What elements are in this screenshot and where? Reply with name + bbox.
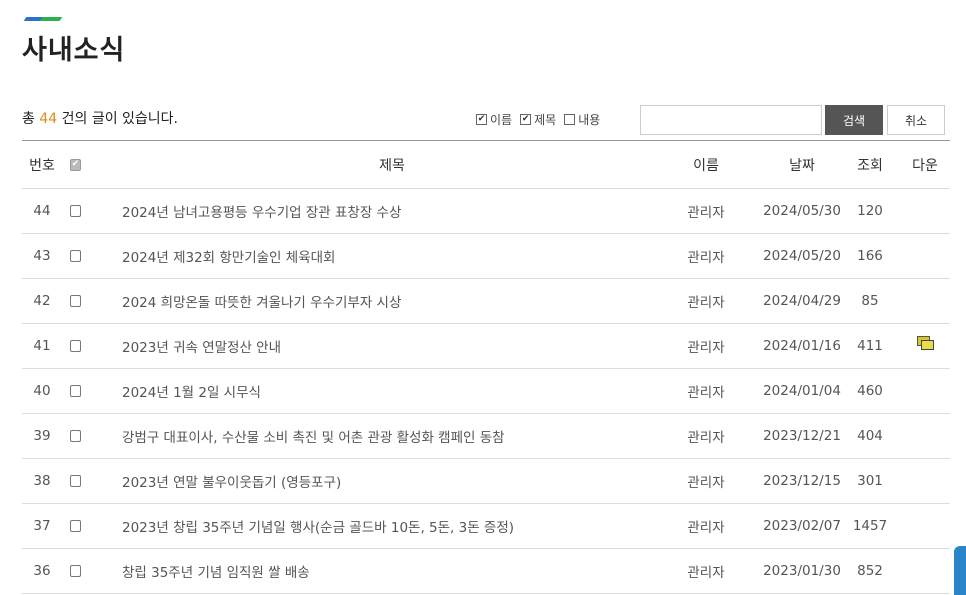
post-number: 41: [33, 338, 51, 354]
table-row[interactable]: 37 2023년 창립 35주년 기념일 행사(순금 골드바 10돈, 5돈, 3…: [22, 504, 950, 549]
post-date: 2023/12/21: [763, 428, 841, 444]
post-views: 404: [857, 428, 883, 444]
post-views: 852: [857, 563, 883, 579]
row-checkbox[interactable]: [70, 205, 81, 217]
post-author: 관리자: [687, 295, 725, 311]
table-row[interactable]: 38 2023년 연말 불우이웃돕기 (영등포구) 관리자 2023/12/15 301: [22, 459, 950, 504]
table-row[interactable]: 39 강범구 대표이사, 수산물 소비 촉진 및 어촌 관광 활성화 캠페인 동참…: [22, 414, 950, 459]
post-number: 36: [33, 563, 51, 579]
post-author: 관리자: [687, 475, 725, 491]
post-title-link[interactable]: 2024년 제32회 항만기술인 체육대회: [122, 234, 662, 278]
checkbox-icon[interactable]: ✔: [520, 114, 532, 125]
post-title-link[interactable]: 2023년 귀속 연말정산 안내: [122, 324, 662, 368]
download-cell: [900, 189, 950, 233]
checkbox-icon[interactable]: ✔: [476, 114, 487, 125]
post-author: 관리자: [687, 430, 725, 446]
search-options: ✔ 이름 ✔ 제목 내용: [476, 111, 608, 128]
post-author: 관리자: [687, 565, 725, 581]
post-author: 관리자: [687, 520, 725, 536]
post-views: 85: [861, 293, 879, 309]
post-author: 관리자: [687, 205, 725, 221]
row-checkbox[interactable]: [70, 475, 81, 487]
post-views: 120: [857, 203, 883, 219]
table-row[interactable]: 43 2024년 제32회 항만기술인 체육대회 관리자 2024/05/20 166: [22, 234, 950, 279]
search-option-name[interactable]: ✔ 이름: [476, 111, 512, 128]
post-date: 2024/01/16: [763, 338, 841, 354]
post-author: 관리자: [687, 250, 725, 266]
post-title-link[interactable]: 2023년 창립 35주년 기념일 행사(순금 골드바 10돈, 5돈, 3돈 …: [122, 504, 662, 548]
post-title-link[interactable]: 2024년 1월 2일 시무식: [122, 369, 662, 413]
title-accent-bar: [23, 17, 63, 21]
post-number: 44: [33, 203, 51, 219]
row-checkbox[interactable]: [70, 430, 81, 442]
post-views: 411: [857, 338, 883, 354]
post-table: 번호 ✔ 제목 이름 날짜 조회 다운 44 2024년 남녀고용평등 우수기업 …: [22, 140, 950, 594]
post-date: 2024/05/20: [763, 248, 841, 264]
table-row[interactable]: 44 2024년 남녀고용평등 우수기업 장관 표창장 수상 관리자 2024/05/…: [22, 189, 950, 234]
download-cell: [900, 504, 950, 548]
row-checkbox[interactable]: [70, 385, 81, 397]
download-cell: [900, 414, 950, 458]
post-date: 2024/01/04: [763, 383, 841, 399]
table-header: 번호 ✔ 제목 이름 날짜 조회 다운: [22, 140, 950, 189]
header-download: 다운: [912, 157, 938, 174]
header-number: 번호: [29, 157, 55, 174]
post-title-link[interactable]: 2024 희망온돌 따뜻한 겨울나기 우수기부자 시상: [122, 279, 662, 323]
row-checkbox[interactable]: [70, 295, 81, 307]
table-row[interactable]: 42 2024 희망온돌 따뜻한 겨울나기 우수기부자 시상 관리자 2024/04/…: [22, 279, 950, 324]
post-views: 166: [857, 248, 883, 264]
search-button[interactable]: 검색: [825, 105, 883, 135]
row-checkbox[interactable]: [70, 565, 81, 577]
post-title-link[interactable]: 2023년 연말 불우이웃돕기 (영등포구): [122, 459, 662, 503]
table-row[interactable]: 41 2023년 귀속 연말정산 안내 관리자 2024/01/16 411: [22, 324, 950, 369]
download-cell: [900, 369, 950, 413]
post-views: 460: [857, 383, 883, 399]
post-date: 2023/02/07: [763, 518, 841, 534]
post-number: 38: [33, 473, 51, 489]
file-attachment-icon[interactable]: [916, 335, 934, 351]
header-views: 조회: [857, 157, 883, 174]
post-author: 관리자: [687, 340, 725, 356]
post-date: 2024/05/30: [763, 203, 841, 219]
page-title: 사내소식: [22, 35, 126, 66]
row-checkbox[interactable]: [70, 250, 81, 262]
download-cell: [900, 234, 950, 278]
header-date: 날짜: [789, 157, 815, 174]
cancel-button[interactable]: 취소: [887, 105, 945, 135]
post-count: 44: [39, 111, 58, 127]
header-title: 제목: [379, 157, 405, 174]
post-views: 301: [857, 473, 883, 489]
post-number: 42: [33, 293, 51, 309]
post-number: 39: [33, 428, 51, 444]
post-title-link[interactable]: 강범구 대표이사, 수산물 소비 촉진 및 어촌 관광 활성화 캠페인 동참: [122, 414, 662, 458]
download-cell: [900, 459, 950, 503]
post-number: 40: [33, 383, 51, 399]
post-number: 37: [33, 518, 51, 534]
post-number: 43: [33, 248, 51, 264]
post-date: 2024/04/29: [763, 293, 841, 309]
row-checkbox[interactable]: [70, 340, 81, 352]
post-count-summary: 총 44 건의 글이 있습니다.: [22, 111, 179, 127]
post-date: 2023/01/30: [763, 563, 841, 579]
search-option-content[interactable]: 내용: [564, 111, 600, 128]
post-title-link[interactable]: 2024년 남녀고용평등 우수기업 장관 표창장 수상: [122, 189, 662, 233]
post-author: 관리자: [687, 385, 725, 401]
post-title-link[interactable]: 창립 35주년 기념 임직원 쌀 배송: [122, 549, 662, 593]
post-date: 2023/12/15: [763, 473, 841, 489]
header-name: 이름: [693, 157, 719, 174]
download-cell: [900, 324, 950, 368]
side-floating-tab[interactable]: [954, 546, 966, 595]
post-views: 1457: [852, 518, 888, 534]
table-row[interactable]: 40 2024년 1월 2일 시무식 관리자 2024/01/04 460: [22, 369, 950, 414]
search-input[interactable]: [640, 105, 822, 135]
checkbox-icon[interactable]: [564, 114, 576, 125]
row-checkbox[interactable]: [70, 520, 81, 532]
search-option-title[interactable]: ✔ 제목: [520, 111, 556, 128]
download-cell: [900, 279, 950, 323]
table-row[interactable]: 36 창립 35주년 기념 임직원 쌀 배송 관리자 2023/01/30 852: [22, 549, 950, 594]
select-all-checkbox[interactable]: ✔: [70, 158, 81, 171]
download-cell: [900, 549, 950, 593]
